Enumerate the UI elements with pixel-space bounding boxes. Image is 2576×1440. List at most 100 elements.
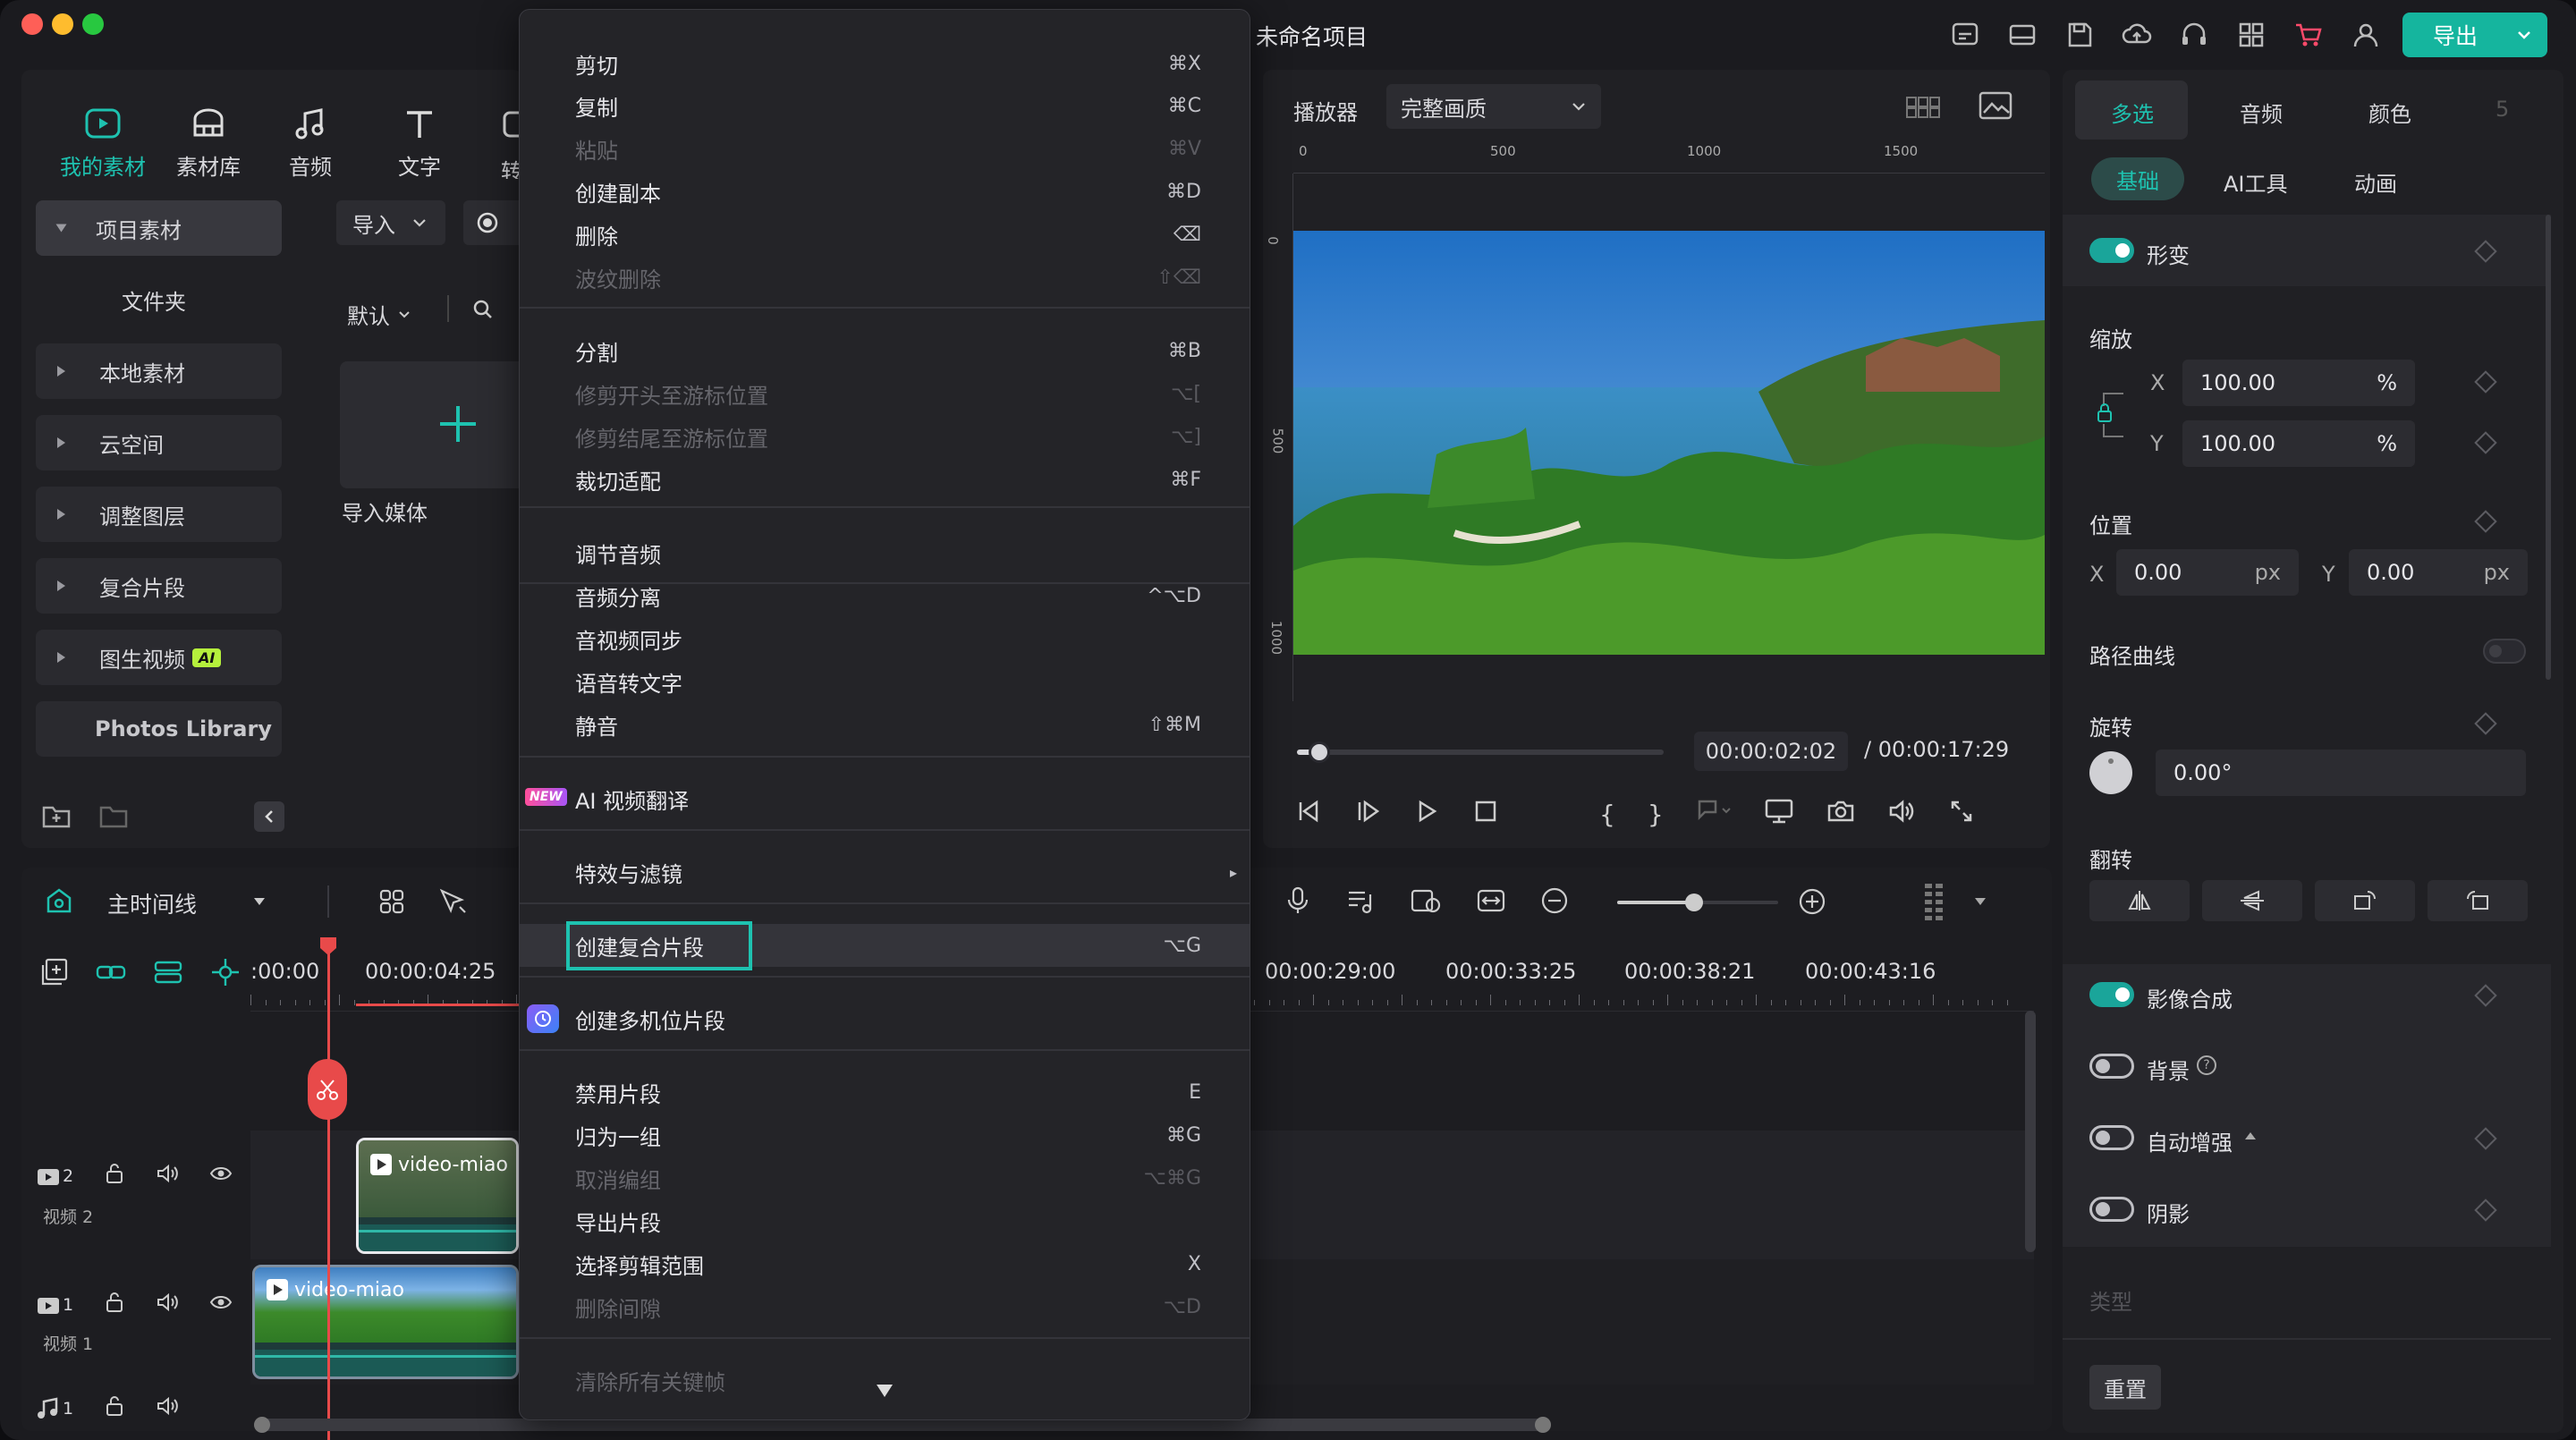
menu-item[interactable]: 分割 ⌘B: [575, 333, 1201, 368]
mark-in-icon[interactable]: {: [1599, 800, 1615, 829]
sidebar-item-image-to-video[interactable]: 图生视频 AI: [36, 630, 282, 685]
path-curve-toggle[interactable]: [2483, 639, 2526, 664]
speed-icon[interactable]: [1410, 885, 1442, 921]
subtitle-icon[interactable]: [1950, 20, 1980, 50]
mute-track-icon[interactable]: [156, 1163, 179, 1190]
menu-item[interactable]: 剪切 ⌘X: [575, 46, 1201, 81]
position-y-input[interactable]: 0.00 px: [2349, 549, 2528, 596]
microphone-icon[interactable]: [1284, 885, 1311, 921]
subtab-animation[interactable]: 动画: [2354, 166, 2397, 198]
sidebar-item-photos-library[interactable]: Photos Library: [36, 701, 282, 757]
menu-item[interactable]: NEW AI 视频翻译: [525, 781, 1201, 817]
collapse-sidebar-button[interactable]: [254, 801, 284, 832]
tab-overflow[interactable]: 5: [2496, 97, 2509, 122]
tab-text[interactable]: 文字: [370, 103, 469, 181]
zoom-slider-knob[interactable]: [1685, 894, 1703, 911]
menu-item[interactable]: 音视频同步: [575, 621, 1201, 656]
fit-width-icon[interactable]: [1476, 885, 1506, 921]
timeline-home-icon[interactable]: [45, 887, 73, 921]
add-track-icon[interactable]: [39, 957, 70, 993]
subtab-ai-tools[interactable]: AI工具: [2224, 166, 2288, 198]
record-button[interactable]: [463, 200, 519, 245]
close-window-button[interactable]: [21, 13, 43, 35]
sort-dropdown[interactable]: 默认: [347, 299, 411, 330]
select-tool-icon[interactable]: [438, 887, 469, 921]
rotate-dial[interactable]: [2089, 751, 2132, 794]
remove-folder-icon[interactable]: [98, 803, 129, 835]
fullscreen-icon[interactable]: [1948, 798, 1975, 830]
sidebar-item-project-media[interactable]: 项目素材: [36, 200, 282, 256]
tab-audio[interactable]: 音频: [261, 103, 360, 181]
magnetic-track-icon[interactable]: [152, 957, 184, 993]
tab-color[interactable]: 颜色: [2368, 97, 2411, 128]
track-height-icon[interactable]: [1923, 882, 1950, 927]
menu-item[interactable]: 创建副本 ⌘D: [575, 174, 1201, 209]
playback-progress-track[interactable]: [1297, 741, 1664, 763]
scale-x-input[interactable]: 100.00%: [2182, 360, 2415, 406]
menu-item[interactable]: 删除 ⌫: [575, 216, 1201, 252]
tab-stock-library[interactable]: 素材库: [159, 103, 258, 181]
menu-item[interactable]: 裁切适配 ⌘F: [575, 462, 1201, 497]
headset-icon[interactable]: [2179, 20, 2209, 50]
timeline-horizontal-scrollbar[interactable]: [254, 1417, 1551, 1433]
apps-grid-icon[interactable]: [2236, 20, 2267, 50]
composite-toggle[interactable]: [2089, 982, 2134, 1007]
scroll-handle-right[interactable]: [1535, 1417, 1551, 1433]
timeline-title[interactable]: 主时间线: [107, 887, 197, 919]
quality-dropdown[interactable]: 完整画质: [1386, 84, 1601, 129]
scale-y-input[interactable]: 100.00%: [2182, 420, 2415, 467]
tab-transition[interactable]: 转: [501, 107, 519, 179]
display-icon[interactable]: [1764, 798, 1794, 830]
mute-track-icon[interactable]: [156, 1292, 179, 1318]
current-time[interactable]: 00:00:02:02: [1694, 732, 1848, 771]
menu-item[interactable]: 创建复合片段 ⌥G: [520, 920, 1250, 970]
mute-track-icon[interactable]: [156, 1395, 179, 1422]
lock-ratio-icon[interactable]: [2095, 379, 2131, 456]
eye-icon[interactable]: [209, 1292, 233, 1318]
clip-video-2[interactable]: video-miao: [356, 1138, 519, 1254]
stop-icon[interactable]: [1472, 798, 1499, 830]
audio-list-icon[interactable]: [1345, 885, 1376, 921]
save-icon[interactable]: [2064, 20, 2095, 50]
play-icon[interactable]: [1413, 798, 1440, 830]
scroll-handle-left[interactable]: [254, 1417, 270, 1433]
position-x-input[interactable]: 0.00 px: [2116, 549, 2299, 596]
sidebar-item-local-media[interactable]: 本地素材: [36, 343, 282, 399]
menu-item[interactable]: 语音转文字: [575, 664, 1201, 699]
sidebar-item-folder[interactable]: 文件夹: [122, 284, 186, 316]
sidebar-item-compound-clip[interactable]: 复合片段: [36, 558, 282, 614]
split-button[interactable]: [308, 1059, 347, 1120]
inspector-scrollbar[interactable]: [2546, 215, 2551, 680]
sidebar-item-adjustment-layer[interactable]: 调整图层: [36, 487, 282, 542]
caret-down-icon[interactable]: [1975, 898, 1986, 905]
menu-item[interactable]: 特效与滤镜 ▸: [575, 854, 1237, 890]
snap-grid-icon[interactable]: [377, 887, 406, 921]
tab-my-media[interactable]: 我的素材: [54, 103, 152, 181]
shadow-toggle[interactable]: [2089, 1197, 2134, 1222]
menu-item[interactable]: 复制 ⌘C: [575, 88, 1201, 123]
zoom-in-icon[interactable]: [1798, 887, 1826, 921]
flip-vertical-button[interactable]: [2202, 880, 2302, 921]
camera-icon[interactable]: [1826, 798, 1855, 830]
zoom-slider[interactable]: [1617, 894, 1778, 911]
help-icon[interactable]: ?: [2197, 1055, 2216, 1075]
timeline-vertical-scrollbar[interactable]: [2025, 1011, 2036, 1252]
rotate-cw-button[interactable]: [2315, 880, 2415, 921]
lock-track-icon[interactable]: [104, 1395, 125, 1422]
menu-item[interactable]: 音频分离 ^⌥D: [575, 578, 1201, 614]
rotate-ccw-button[interactable]: [2428, 880, 2528, 921]
subtab-basic[interactable]: 基础: [2091, 157, 2184, 200]
insert-marker-icon[interactable]: [1696, 798, 1732, 830]
zoom-out-icon[interactable]: [1540, 886, 1569, 920]
menu-item[interactable]: 导出片段: [575, 1203, 1201, 1239]
lock-track-icon[interactable]: [104, 1292, 125, 1318]
cloud-upload-icon[interactable]: [2122, 20, 2152, 50]
auto-enhance-toggle[interactable]: [2089, 1125, 2134, 1150]
layout-icon[interactable]: [2007, 20, 2038, 50]
menu-scroll-down-icon[interactable]: [877, 1385, 893, 1397]
zoom-window-button[interactable]: [82, 13, 104, 35]
tab-audio-inspector[interactable]: 音频: [2240, 97, 2283, 128]
background-toggle[interactable]: [2089, 1054, 2134, 1079]
video-preview[interactable]: [1293, 231, 2045, 655]
cart-icon[interactable]: [2293, 20, 2324, 50]
